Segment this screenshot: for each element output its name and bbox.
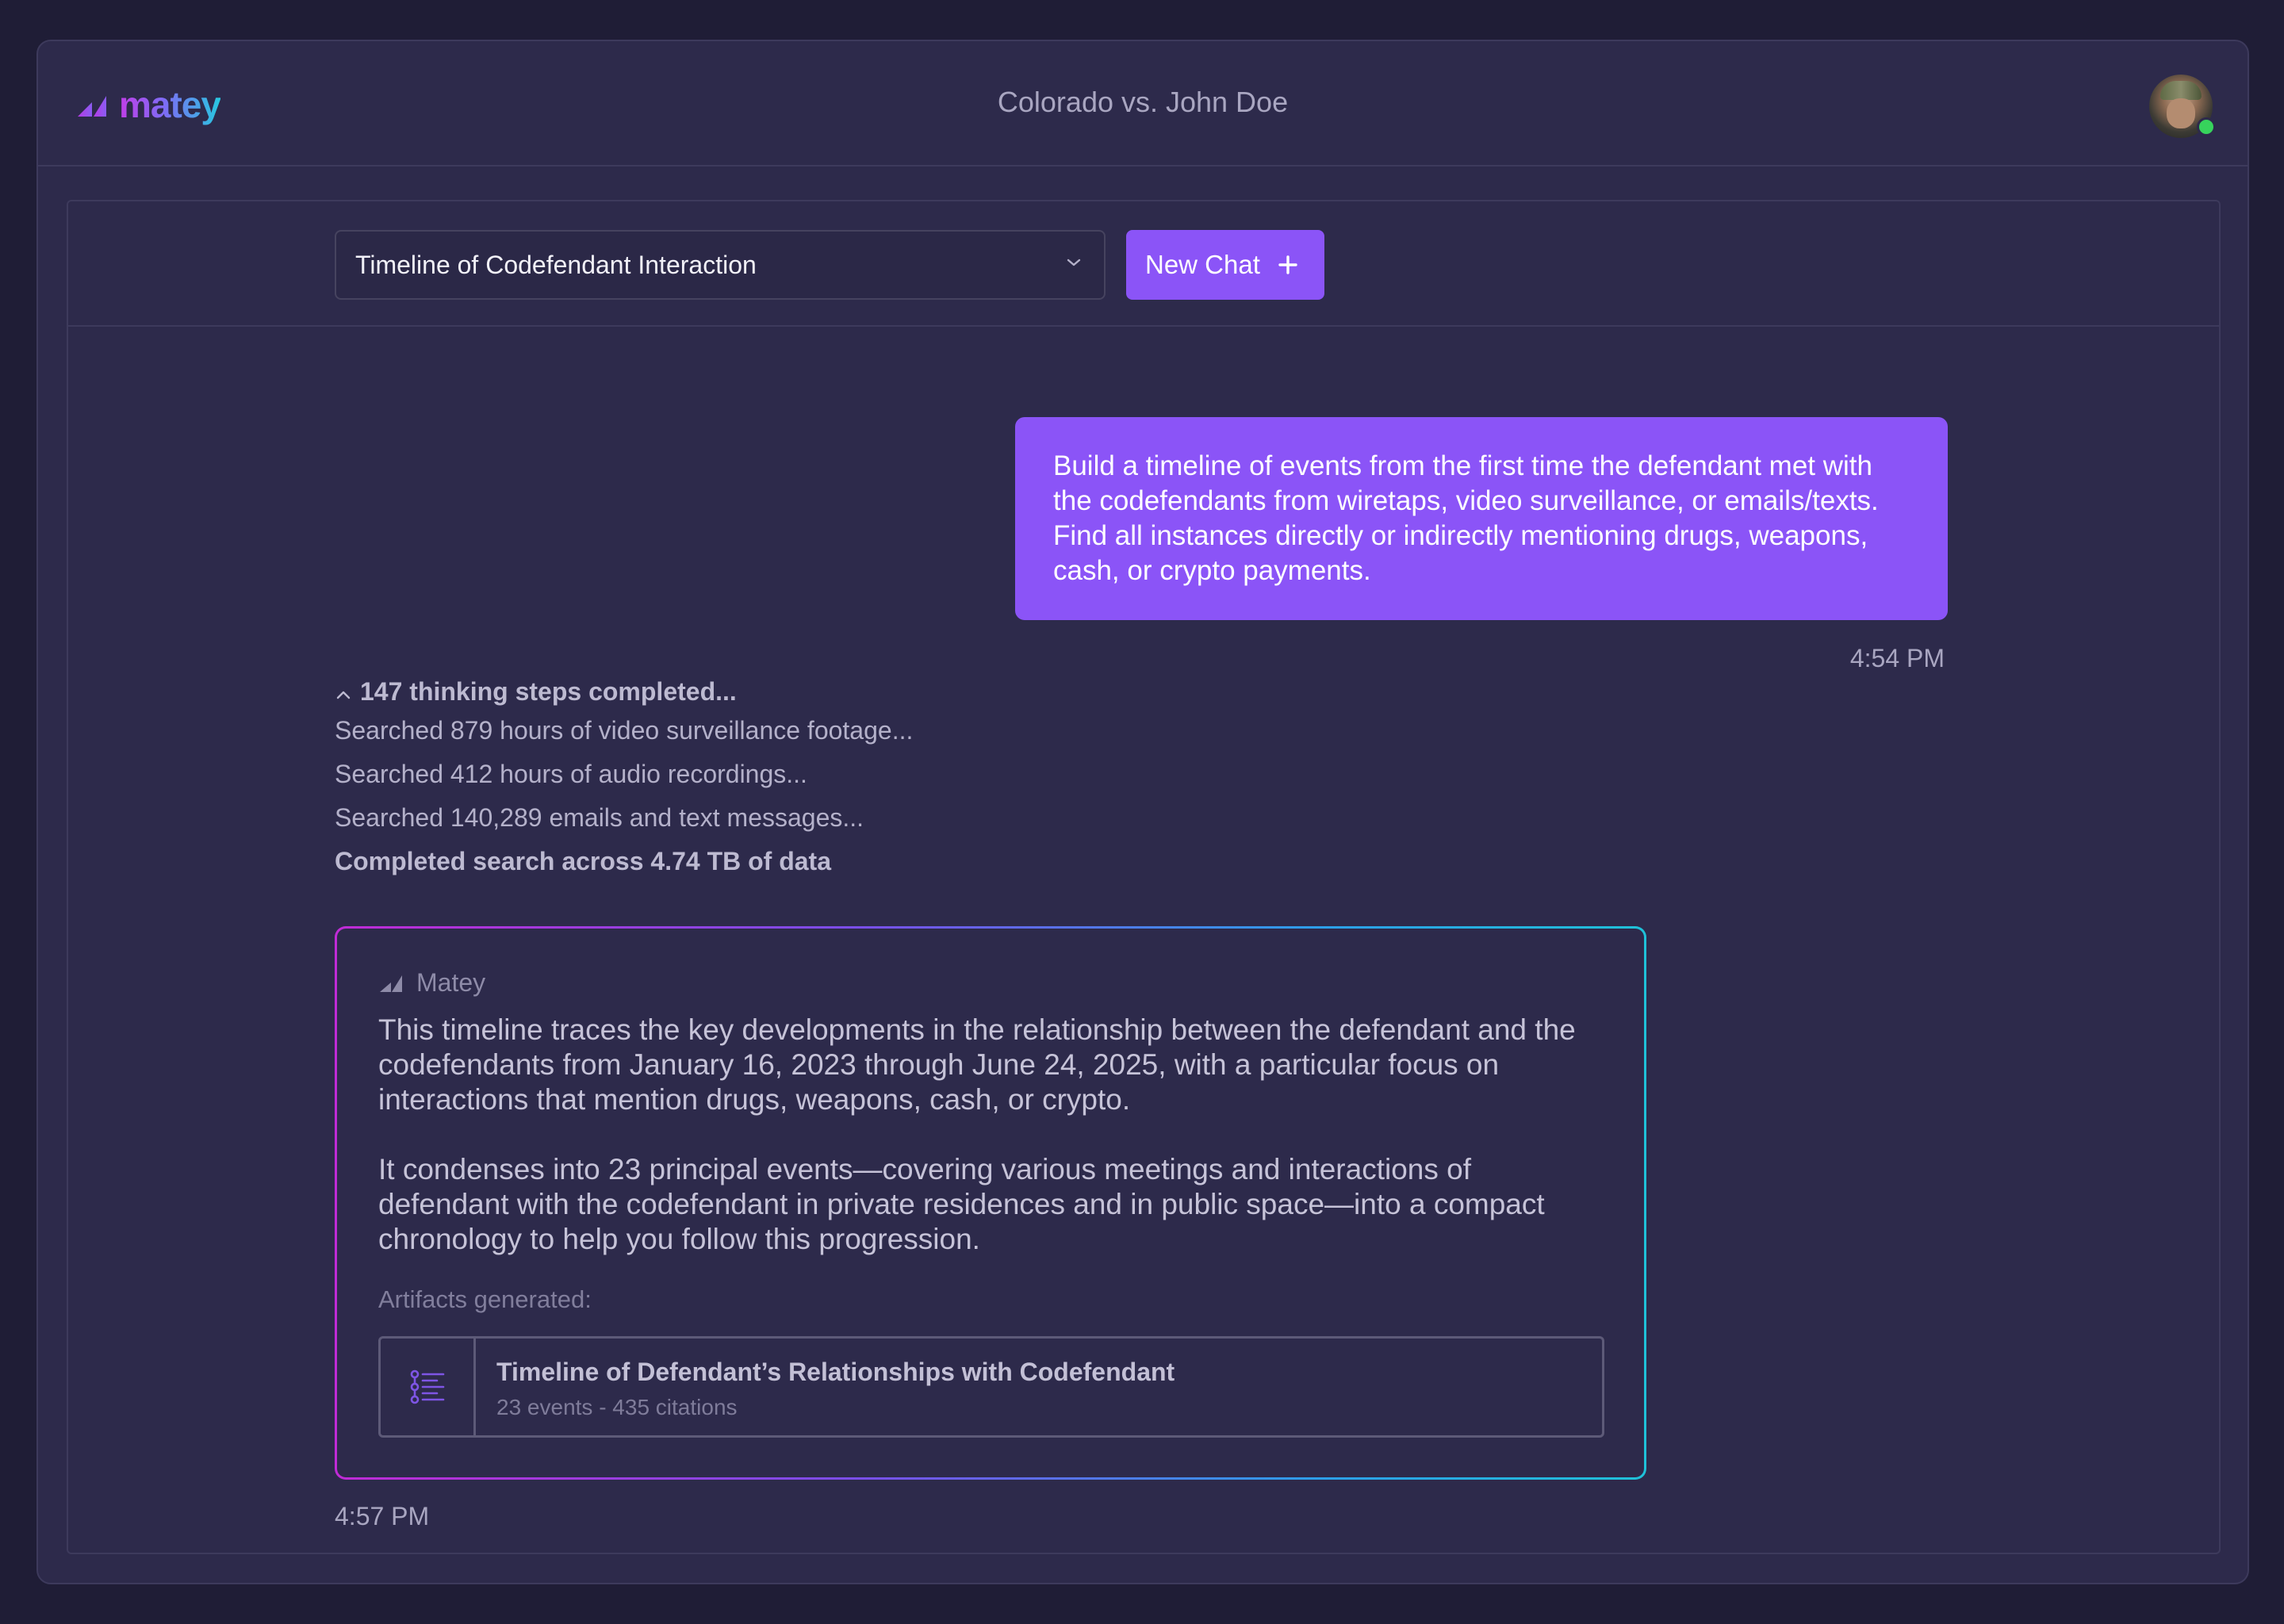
chat-select-value: Timeline of Codefendant Interaction: [355, 250, 757, 279]
assistant-label: Matey: [378, 967, 1603, 998]
chevron-down-icon: [1066, 257, 1082, 272]
artifact-title: Timeline of Defendant’s Relationships wi…: [496, 1358, 1175, 1386]
assistant-message-time: 4:57 PM: [335, 1502, 430, 1530]
thinking-step: Searched 412 hours of audio recordings..…: [335, 760, 807, 788]
chat-toolbar: Timeline of Codefendant Interaction New …: [68, 201, 2219, 327]
avatar-cap: [2160, 81, 2202, 100]
online-status-dot: [2197, 117, 2216, 136]
assistant-paragraph: It condenses into 23 principal events—co…: [378, 1153, 1545, 1255]
artifact-text: Timeline of Defendant’s Relationships wi…: [476, 1339, 1175, 1435]
timeline-artifact-card[interactable]: Timeline of Defendant’s Relationships wi…: [378, 1336, 1604, 1438]
user-message-time: 4:54 PM: [1849, 644, 1945, 672]
thinking-step: Searched 879 hours of video surveillance…: [335, 716, 914, 745]
assistant-response-card: Matey This timeline traces the key devel…: [335, 926, 1646, 1480]
matey-mark-icon: [380, 975, 402, 992]
app-window: matey Colorado vs. John Doe Timeline of …: [36, 40, 2249, 1584]
new-chat-button[interactable]: New Chat: [1126, 230, 1324, 300]
avatar-face: [2167, 98, 2195, 128]
artifact-icon-cell: [381, 1339, 476, 1435]
thinking-toggle[interactable]: 147 thinking steps completed...: [335, 674, 913, 709]
chevron-up-icon: [335, 677, 352, 707]
assistant-paragraph: This timeline traces the key development…: [378, 1013, 1576, 1116]
app-header: matey Colorado vs. John Doe: [38, 41, 2248, 167]
case-title: Colorado vs. John Doe: [997, 86, 1289, 118]
user-message-text: Build a timeline of events from the firs…: [1053, 450, 1879, 586]
new-chat-label: New Chat: [1145, 250, 1260, 279]
chat-select-dropdown[interactable]: Timeline of Codefendant Interaction: [335, 230, 1106, 300]
artifacts-label: Artifacts generated:: [378, 1285, 592, 1313]
thinking-steps: 147 thinking steps completed... Searched…: [335, 674, 913, 883]
timeline-list-icon: [410, 1369, 444, 1404]
user-message-bubble: Build a timeline of events from the firs…: [1015, 417, 1948, 620]
assistant-response-body: Matey This timeline traces the key devel…: [337, 929, 1644, 1477]
thinking-step: Searched 140,289 emails and text message…: [335, 803, 864, 832]
user-avatar[interactable]: [2149, 75, 2216, 138]
thinking-completed: Completed search across 4.74 TB of data: [335, 847, 831, 875]
chat-panel: Timeline of Codefendant Interaction New …: [67, 200, 2221, 1554]
assistant-name: Matey: [416, 967, 486, 997]
plus-icon: [1278, 249, 1298, 281]
thinking-summary: 147 thinking steps completed...: [360, 676, 737, 706]
artifact-meta: 23 events - 435 citations: [496, 1395, 738, 1419]
